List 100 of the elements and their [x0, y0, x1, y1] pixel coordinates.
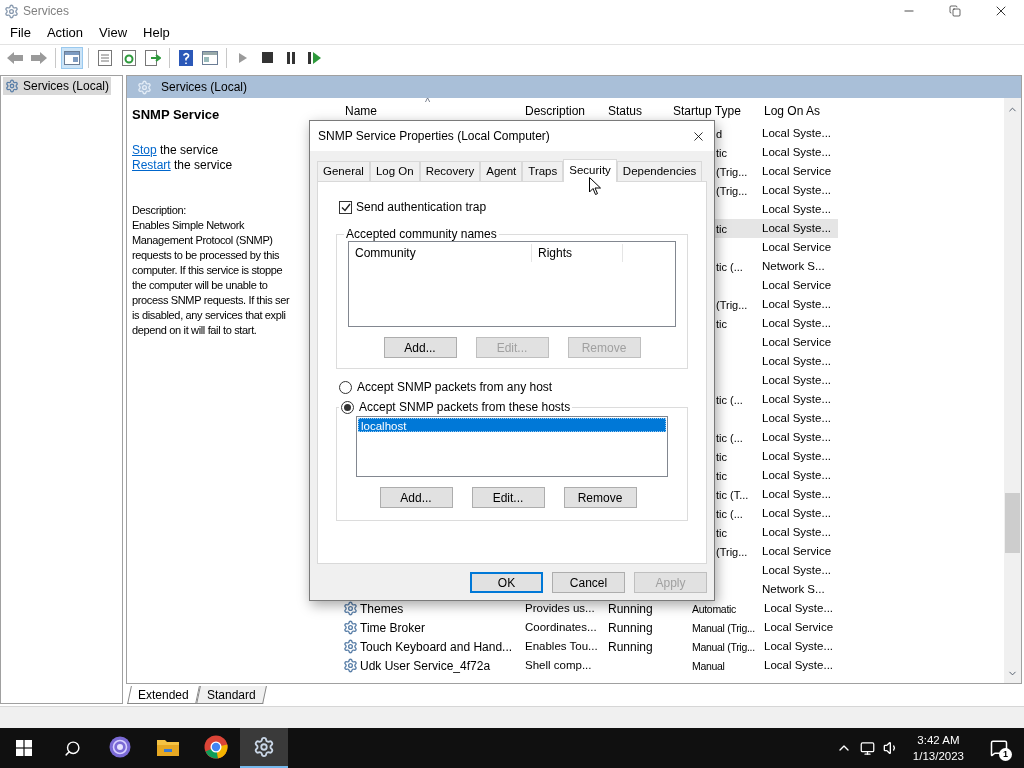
view-tab[interactable]: Standard — [195, 686, 267, 704]
service-name: Time Broker — [360, 619, 425, 637]
service-status: Running — [608, 601, 653, 616]
gear-icon — [343, 639, 358, 654]
scroll-thumb[interactable] — [1005, 493, 1020, 553]
startup-type: tic — [716, 222, 727, 235]
column-header[interactable]: Description — [518, 102, 604, 120]
service-row[interactable]: Time Broker Coordinates... Running Manual (Trig... Local Service — [336, 618, 838, 637]
startup-type: tic — [716, 469, 727, 482]
menu-item[interactable]: File — [2, 23, 39, 43]
windows-logo-icon — [16, 740, 32, 756]
log-on-as: Local Syste... — [761, 353, 832, 369]
gear-icon — [253, 736, 275, 758]
gear-icon — [343, 601, 358, 616]
dialog-tab[interactable]: General — [317, 161, 370, 181]
log-on-as: Local Syste... — [761, 391, 832, 407]
gear-icon — [4, 3, 19, 19]
radio-label[interactable]: Accept SNMP packets from these hosts — [359, 398, 571, 416]
gear-icon — [5, 79, 19, 93]
service-title: SNMP Service — [132, 106, 221, 124]
network-icon[interactable] — [859, 740, 875, 756]
column-header[interactable]: Startup Type — [668, 102, 758, 120]
gear-icon — [343, 620, 358, 635]
host-item[interactable]: localhost — [358, 418, 666, 432]
startup-type: tic (T... — [716, 488, 749, 501]
community-list[interactable]: Community Rights — [348, 241, 676, 327]
service-description: Coordinates... — [524, 619, 598, 635]
action-link[interactable]: Restart — [132, 157, 171, 172]
description-text: Enables Simple Network Management Protocol (SNMP) requests to be processed by this computer. If this service is stoppe the computer will be unable to process SNMP requests. If this ser is disabled, any services that expli depend on it will fail to start. — [132, 217, 291, 338]
menu-item[interactable]: Help — [135, 23, 178, 43]
taskbar-app[interactable] — [240, 728, 288, 768]
log-on-as: Local Syste... — [761, 315, 832, 331]
notification-button[interactable]: 1 — [984, 733, 1014, 763]
dialog-tab[interactable]: Log On — [369, 161, 420, 181]
column-header[interactable]: Rights — [532, 244, 623, 262]
log-on-as: Local Syste... — [761, 505, 832, 521]
startup-type: (Trig... — [716, 298, 748, 311]
dialog-tab[interactable]: Dependencies — [616, 161, 703, 181]
startup-type: Manual — [692, 659, 725, 672]
console-tree-icon[interactable] — [61, 46, 83, 69]
dialog-button[interactable]: OK — [470, 572, 543, 593]
startup-type: d — [716, 127, 723, 140]
radio-button[interactable] — [341, 400, 354, 414]
startup-type: (Trig... — [716, 184, 748, 197]
pane-title: Services (Local) — [161, 79, 248, 96]
log-on-as: Local Service — [761, 277, 832, 293]
menu-item[interactable]: View — [91, 23, 136, 43]
service-row[interactable]: Themes Provides us... Running Automatic Local Syste... — [336, 599, 838, 618]
startup-type: tic — [716, 317, 727, 330]
dialog-tab[interactable]: Security — [563, 159, 617, 182]
log-on-as: Local Syste... — [763, 600, 834, 616]
service-row[interactable]: Udk User Service_4f72a Shell comp... Manual Local Syste... — [336, 656, 838, 675]
dialog-button[interactable]: Cancel — [552, 572, 625, 593]
startup-type: tic (... — [716, 260, 743, 273]
dialog-tab[interactable]: Agent — [480, 161, 523, 181]
checkbox[interactable] — [339, 200, 352, 214]
action-link[interactable]: Stop — [132, 142, 157, 157]
dialog-button[interactable]: Add... — [383, 337, 457, 358]
startup-type: Automatic — [692, 602, 736, 615]
log-on-as: Local Syste... — [761, 524, 832, 540]
radio-label[interactable]: Accept SNMP packets from any host — [357, 378, 553, 396]
startup-type: (Trig... — [716, 165, 748, 178]
hosts-list[interactable]: localhost — [356, 416, 668, 477]
notification-icon — [990, 739, 1008, 757]
view-tab[interactable]: Extended — [127, 686, 200, 704]
dialog-button[interactable]: Add... — [379, 487, 453, 508]
log-on-as: Local Syste... — [761, 144, 832, 160]
dialog-tab[interactable]: Recovery — [419, 161, 481, 181]
search-icon — [63, 739, 81, 757]
log-on-as: Local Syste... — [763, 638, 834, 654]
startup-type: Manual (Trig... — [692, 640, 755, 653]
service-description: Enables Tou... — [524, 638, 599, 654]
startup-type: tic (... — [716, 393, 743, 406]
service-description: Provides us... — [524, 600, 596, 616]
radio-button[interactable] — [339, 380, 352, 394]
gear-icon — [343, 658, 358, 673]
log-on-as: Local Service — [761, 543, 832, 559]
clock-date[interactable]: 1/13/2023 — [912, 748, 964, 764]
dialog-button[interactable]: Edit... — [471, 487, 545, 508]
column-header[interactable]: Status — [604, 102, 668, 120]
service-row[interactable]: Touch Keyboard and Hand... Enables Tou... Running Manual (Trig... Local Syste... — [336, 637, 838, 656]
torrent-icon — [109, 736, 131, 758]
log-on-as: Local Syste... — [761, 467, 832, 483]
checkbox-label[interactable]: Send authentication trap — [356, 198, 487, 216]
log-on-as: Local Syste... — [761, 125, 832, 141]
log-on-as: Network S... — [761, 258, 825, 274]
service-name: Themes — [360, 600, 404, 618]
dialog-tab[interactable]: Traps — [522, 161, 564, 181]
dialog-button[interactable]: Remove — [563, 487, 637, 508]
column-header[interactable]: Community — [349, 244, 532, 262]
window-title: Services — [23, 3, 69, 20]
notification-badge: 1 — [999, 748, 1012, 761]
browser-icon — [204, 735, 228, 759]
menu-item[interactable]: Action — [38, 23, 92, 43]
scrollbar[interactable] — [1004, 98, 1021, 683]
service-description: Shell comp... — [524, 657, 593, 673]
log-on-as: Local Syste... — [763, 657, 834, 673]
column-header[interactable]: Log On As — [758, 102, 838, 120]
clock-time[interactable]: 3:42 AM — [917, 732, 960, 748]
tree-item[interactable]: Services (Local) — [3, 77, 112, 95]
